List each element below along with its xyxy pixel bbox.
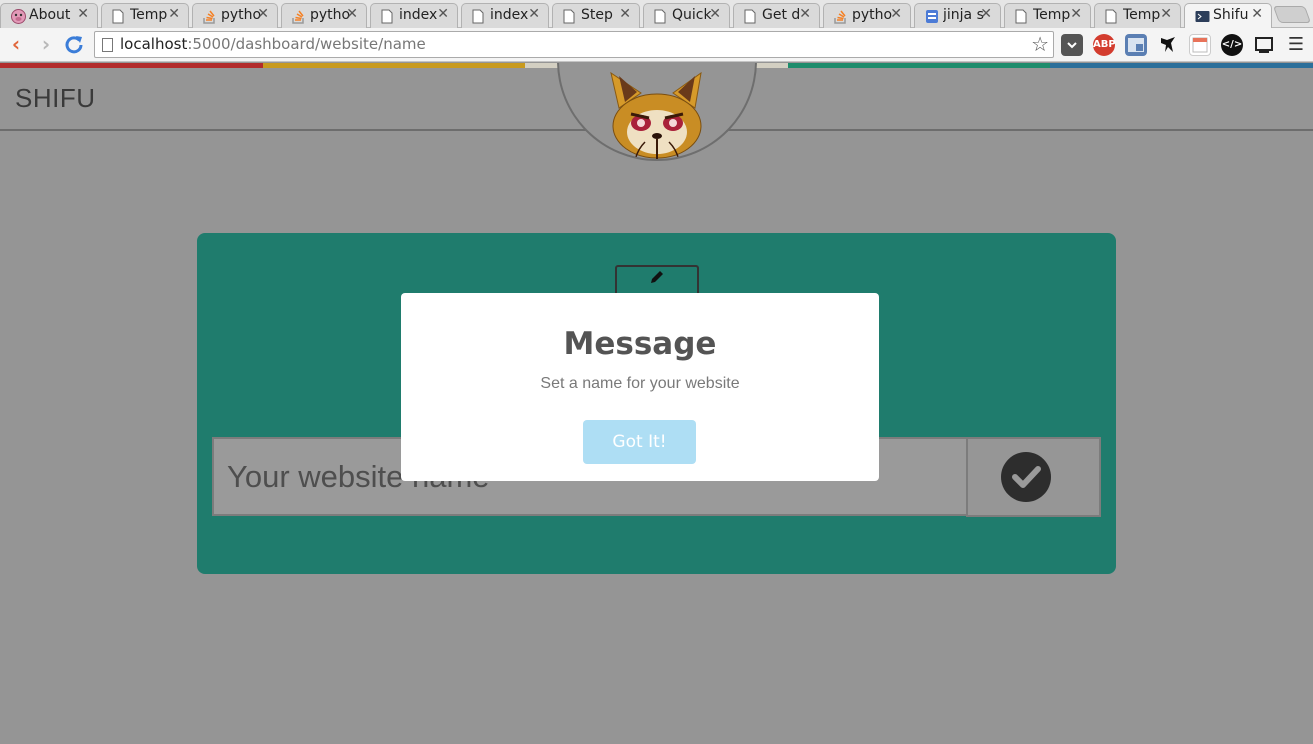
terminal-icon: [1195, 9, 1210, 24]
edit-button[interactable]: [615, 265, 699, 295]
close-icon[interactable]: ✕: [1160, 6, 1172, 22]
close-icon[interactable]: ✕: [77, 6, 89, 22]
address-bar[interactable]: localhost:5000/dashboard/website/name ☆: [94, 31, 1054, 58]
tab-title: pytho: [852, 7, 893, 23]
tab-title: jinja s: [943, 7, 984, 23]
close-icon[interactable]: ✕: [1070, 6, 1082, 22]
close-icon[interactable]: ✕: [257, 6, 269, 22]
tab-template-2[interactable]: Temp ✕: [1004, 3, 1091, 28]
tab-title: index: [490, 7, 529, 23]
new-tab-button[interactable]: [1272, 6, 1312, 23]
back-icon[interactable]: ‹: [4, 32, 28, 56]
adblock-icon[interactable]: ABP: [1093, 34, 1116, 56]
pocket-icon[interactable]: [1061, 34, 1083, 56]
forward-icon[interactable]: ›: [34, 32, 58, 56]
close-icon[interactable]: ✕: [168, 6, 180, 22]
document-icon: [1105, 9, 1118, 24]
close-icon[interactable]: ✕: [1251, 6, 1263, 22]
stackoverflow-icon: [292, 9, 305, 24]
tab-python[interactable]: pytho ✕: [192, 3, 278, 28]
tab-template[interactable]: Temp ✕: [101, 3, 189, 28]
tab-title: Temp: [1123, 7, 1161, 23]
ninja-icon[interactable]: [1157, 34, 1179, 56]
close-icon[interactable]: ✕: [528, 6, 540, 22]
tab-template-3[interactable]: Temp ✕: [1094, 3, 1181, 28]
modal-text: Set a name for your website: [540, 375, 740, 392]
document-icon: [112, 9, 125, 24]
close-icon[interactable]: ✕: [799, 6, 811, 22]
document-icon: [1015, 9, 1028, 24]
close-icon[interactable]: ✕: [437, 6, 449, 22]
document-icon: [563, 9, 576, 24]
tab-python-2[interactable]: pytho ✕: [281, 3, 367, 28]
close-icon[interactable]: ✕: [709, 6, 721, 22]
got-it-button[interactable]: Got It!: [583, 420, 696, 464]
tab-about[interactable]: About ✕: [0, 3, 98, 28]
url-text: localhost:5000/dashboard/website/name: [120, 35, 426, 53]
tab-strip: About ✕ Temp ✕ pytho ✕ pytho ✕ index ✕ i…: [0, 0, 1313, 29]
page-icon: [102, 38, 113, 52]
tab-index[interactable]: index ✕: [370, 3, 458, 28]
tab-title: Quick: [672, 7, 712, 23]
close-icon[interactable]: ✕: [619, 6, 631, 22]
document-icon: [654, 9, 667, 24]
code-icon[interactable]: </>: [1221, 34, 1243, 56]
close-icon[interactable]: ✕: [890, 6, 902, 22]
page-content: SHIFU Your website name Message Set a na…: [0, 63, 1313, 744]
tab-shifu[interactable]: Shifu ✕: [1184, 3, 1272, 29]
tab-index-2[interactable]: index ✕: [461, 3, 549, 28]
submit-name-button[interactable]: [966, 437, 1101, 517]
cast-icon[interactable]: [1253, 34, 1275, 56]
tab-quick[interactable]: Quick ✕: [643, 3, 730, 28]
stackoverflow-icon: [203, 9, 216, 24]
tab-jinja[interactable]: jinja s ✕: [914, 3, 1001, 28]
message-modal: Message Set a name for your website Got …: [401, 293, 879, 481]
docs-icon: [925, 9, 938, 24]
modal-title: Message: [563, 326, 717, 362]
menu-icon[interactable]: ☰: [1285, 34, 1307, 56]
red-panda-mascot-icon: [610, 71, 702, 159]
calendar-icon[interactable]: [1189, 34, 1211, 56]
reload-icon[interactable]: [62, 32, 86, 56]
stackoverflow-icon: [834, 9, 847, 24]
document-icon: [381, 9, 394, 24]
close-icon[interactable]: ✕: [980, 6, 992, 22]
tab-get[interactable]: Get d ✕: [733, 3, 820, 28]
check-icon: [1001, 452, 1051, 502]
browser-toolbar: ‹ › localhost:5000/dashboard/website/nam…: [0, 28, 1313, 62]
tab-title: Get d: [762, 7, 801, 23]
tab-title: Temp: [1033, 7, 1071, 23]
tab-python-3[interactable]: pytho ✕: [823, 3, 911, 28]
brand-title[interactable]: SHIFU: [15, 83, 96, 114]
pig-icon: [11, 9, 26, 24]
bookmark-star-icon[interactable]: ☆: [1031, 32, 1049, 56]
tab-title: index: [399, 7, 438, 23]
close-icon[interactable]: ✕: [346, 6, 358, 22]
tab-title: Temp: [130, 7, 168, 23]
tab-title: About: [29, 7, 71, 23]
window-icon[interactable]: [1125, 34, 1147, 56]
tab-step[interactable]: Step ✕: [552, 3, 640, 28]
tab-title: Step: [581, 7, 613, 23]
tab-title: Shifu: [1213, 7, 1249, 23]
document-icon: [472, 9, 485, 24]
shifu-logo: [557, 63, 757, 161]
document-icon: [744, 9, 757, 24]
